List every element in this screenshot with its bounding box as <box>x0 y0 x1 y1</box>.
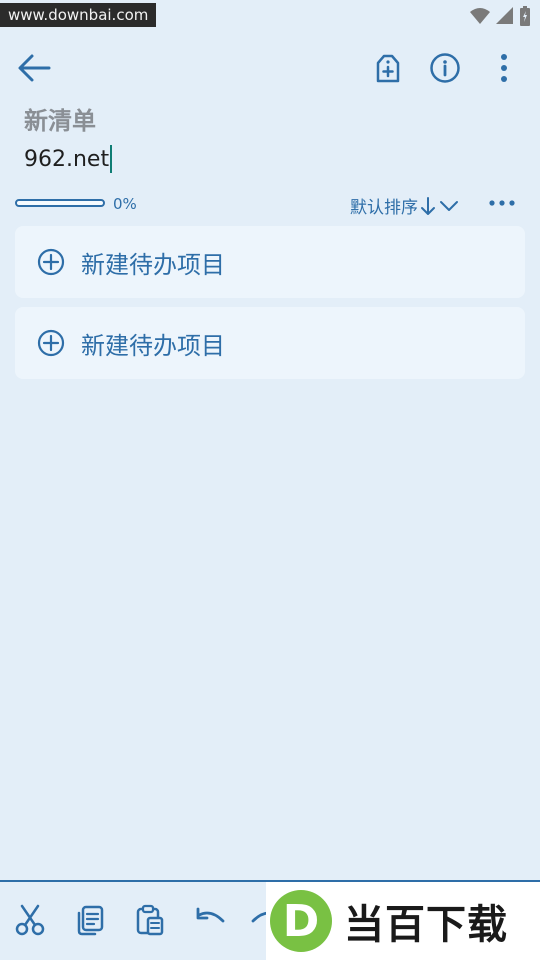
toolbar <box>0 40 540 96</box>
list-subtitle: 962.net <box>24 146 110 172</box>
list-title[interactable]: 新清单 <box>24 101 96 136</box>
new-todo-label: 新建待办项目 <box>81 250 225 279</box>
plus-circle-icon <box>37 248 65 276</box>
chevron-down-icon <box>440 200 458 211</box>
cut-button[interactable] <box>12 902 48 938</box>
copy-button[interactable] <box>72 902 108 938</box>
info-icon <box>430 53 460 83</box>
back-button[interactable] <box>14 48 54 88</box>
undo-button[interactable] <box>192 902 228 938</box>
status-icons <box>470 6 530 26</box>
new-todo-label: 新建待办项目 <box>81 331 225 360</box>
signal-icon <box>496 7 513 24</box>
new-todo-item-2[interactable]: 新建待办项目 <box>15 307 525 379</box>
more-horizontal-button[interactable] <box>488 195 518 211</box>
paste-button[interactable] <box>132 902 168 938</box>
sort-label: 默认排序 <box>350 198 418 218</box>
more-vertical-icon <box>501 54 507 82</box>
plus-circle-icon <box>37 329 65 357</box>
undo-icon <box>196 907 225 923</box>
info-button[interactable] <box>425 48 465 88</box>
watermark-logo: D 当百下载 <box>266 882 540 960</box>
progress-bar <box>15 199 105 207</box>
arrow-down-icon <box>421 196 435 215</box>
logo-text: 当百下载 <box>344 902 508 948</box>
tag-add-icon <box>376 54 400 83</box>
watermark-url: www.downbai.com <box>0 3 157 27</box>
more-horizontal-icon <box>489 200 515 206</box>
arrow-left-icon <box>18 54 51 82</box>
list-subtitle-field[interactable]: 962.net <box>24 142 113 176</box>
wifi-icon <box>470 8 490 24</box>
more-options-button[interactable] <box>484 48 524 88</box>
battery-icon <box>520 6 530 26</box>
sort-button[interactable]: 默认排序 <box>350 193 460 218</box>
cut-icon <box>15 904 45 936</box>
copy-icon <box>77 905 104 936</box>
paste-icon <box>136 904 164 936</box>
status-bar: www.downbai.com <box>0 0 540 32</box>
progress-label: 0% <box>113 195 137 213</box>
new-todo-item-1[interactable]: 新建待办项目 <box>15 226 525 298</box>
logo-letter: D <box>270 890 332 952</box>
text-caret <box>110 145 113 173</box>
add-tag-button[interactable] <box>368 48 408 88</box>
